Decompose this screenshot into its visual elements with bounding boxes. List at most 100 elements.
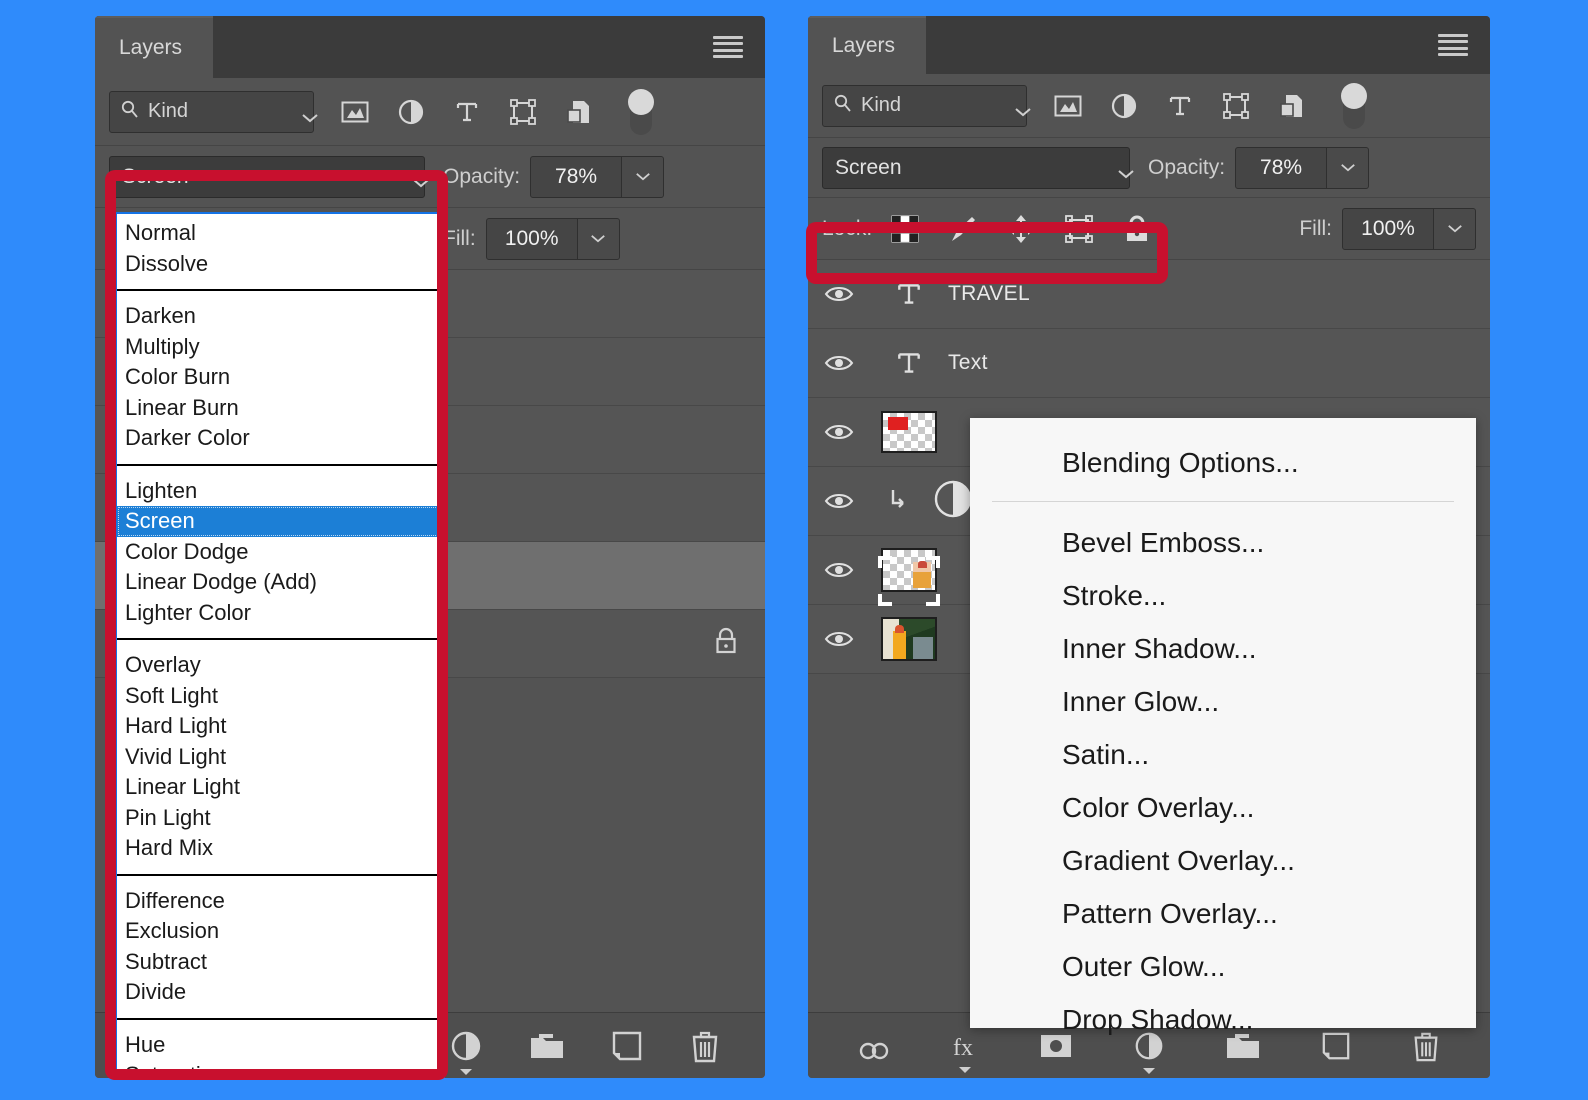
blend-option[interactable]: Linear Burn [117,393,443,424]
layer-style-context-menu[interactable]: Blending Options... Bevel Emboss... Stro… [970,418,1476,1035]
table-row[interactable]: Text [808,329,1490,398]
shape-filter-icon[interactable] [1221,91,1251,121]
panel-tabbar-right: Layers [808,16,1490,74]
menu-item-inner-glow[interactable]: Inner Glow... [970,675,1476,728]
link-layers-icon[interactable] [857,1032,891,1060]
blend-option[interactable]: Divide [117,977,443,1008]
menu-item-blending-options[interactable]: Blending Options... [970,436,1476,489]
blend-option[interactable]: Saturation [117,1060,443,1076]
filter-kind-dropdown[interactable]: Kind [109,90,318,133]
opacity-stepper[interactable] [1327,146,1370,189]
blend-option[interactable]: Hard Light [117,711,443,742]
delete-layer-icon[interactable] [689,1029,721,1063]
layer-visibility-toggle[interactable] [808,560,870,580]
blend-option[interactable]: Pin Light [117,803,443,834]
fill-value: 100% [504,226,559,250]
opacity-input[interactable]: 78% [530,155,623,198]
blend-option[interactable]: Color Burn [117,362,443,393]
adjustment-filter-icon[interactable] [396,97,426,127]
blend-option[interactable]: Subtract [117,947,443,978]
type-filter-icon[interactable] [452,97,482,127]
blend-mode-dropdown-list[interactable]: Normal Dissolve Darken Multiply Color Bu… [115,212,445,1078]
layer-thumbnail[interactable] [870,617,948,661]
smart-object-filter-icon[interactable] [1277,91,1307,121]
divider [117,1017,443,1020]
adjustment-filter-icon[interactable] [1109,91,1139,121]
add-adjustment-layer-icon[interactable] [449,1029,483,1075]
filter-enable-toggle[interactable] [628,88,654,135]
blend-option-selected[interactable]: Screen [117,506,443,537]
filter-kind-dropdown[interactable]: Kind [822,84,1031,127]
tab-layers-right[interactable]: Layers [808,16,926,74]
layer-visibility-toggle[interactable] [808,491,870,511]
blend-option[interactable]: Multiply [117,332,443,363]
menu-item-bevel-emboss[interactable]: Bevel Emboss... [970,516,1476,569]
blend-option[interactable]: Difference [117,886,443,917]
menu-item-pattern-overlay[interactable]: Pattern Overlay... [970,887,1476,940]
lock-position-icon[interactable] [1006,214,1036,244]
layer-name: Text [948,351,988,374]
lock-artboard-nesting-icon[interactable] [1064,214,1094,244]
layer-visibility-toggle[interactable] [808,422,870,442]
tab-layers-left[interactable]: Layers [95,16,213,78]
lock-all-icon[interactable] [1122,214,1152,244]
fill-label: Fill: [1299,216,1332,240]
blend-mode-value: Screen [835,155,902,179]
fill-input[interactable]: 100% [485,217,578,260]
fill-value: 100% [1361,216,1415,240]
blend-option[interactable]: Overlay [117,650,443,681]
blend-option[interactable]: Dissolve [117,249,443,280]
image-filter-icon[interactable] [1053,91,1083,121]
menu-item-satin[interactable]: Satin... [970,728,1476,781]
new-layer-icon[interactable] [611,1030,643,1062]
hamburger-menu-icon[interactable] [713,36,743,58]
blend-option[interactable]: Normal [117,218,443,249]
menu-item-gradient-overlay[interactable]: Gradient Overlay... [970,834,1476,887]
menu-item-stroke[interactable]: Stroke... [970,569,1476,622]
blend-option[interactable]: Hard Mix [117,833,443,864]
blend-mode-select-right[interactable]: Screen [822,146,1134,189]
opacity-stepper[interactable] [622,155,665,198]
fill-input[interactable]: 100% [1342,207,1434,250]
blend-option[interactable]: Color Dodge [117,537,443,568]
blend-option[interactable]: Hue [117,1030,443,1061]
filter-icons-right [1053,82,1367,129]
filter-enable-toggle[interactable] [1341,82,1367,129]
image-filter-icon[interactable] [340,97,370,127]
layer-thumbnail[interactable] [870,548,948,606]
fill-stepper[interactable] [577,217,620,260]
filter-kind-label: Kind [148,100,189,122]
divider [117,463,443,466]
adjustment-layer-thumbnail[interactable] [932,478,974,525]
blend-option[interactable]: Lighter Color [117,598,443,629]
layer-visibility-toggle[interactable] [808,629,870,649]
bd-group-normal: Normal Dissolve [117,214,443,283]
hamburger-menu-icon[interactable] [1438,34,1468,56]
blend-mode-select-left[interactable]: Screen [109,155,429,198]
menu-item-color-overlay[interactable]: Color Overlay... [970,781,1476,834]
blend-option[interactable]: Vivid Light [117,742,443,773]
smart-object-filter-icon[interactable] [564,97,594,127]
blend-option[interactable]: Exclusion [117,916,443,947]
fill-stepper[interactable] [1434,207,1476,250]
menu-item-inner-shadow[interactable]: Inner Shadow... [970,622,1476,675]
new-group-icon[interactable] [529,1031,565,1061]
blend-option[interactable]: Darker Color [117,423,443,454]
lock-transparent-pixels-icon[interactable] [890,214,920,244]
shape-filter-icon[interactable] [508,97,538,127]
layer-visibility-toggle[interactable] [808,284,870,304]
blend-option[interactable]: Darken [117,301,443,332]
table-row[interactable]: TRAVEL [808,260,1490,329]
opacity-input[interactable]: 78% [1235,146,1328,189]
blend-option[interactable]: Linear Dodge (Add) [117,567,443,598]
layer-visibility-toggle[interactable] [808,353,870,373]
menu-item-drop-shadow[interactable]: Drop Shadow... [970,993,1476,1046]
layer-thumbnail[interactable] [870,411,948,453]
lock-image-pixels-icon[interactable] [948,214,978,244]
layer-type-icon [870,279,948,309]
blend-option[interactable]: Lighten [117,476,443,507]
type-filter-icon[interactable] [1165,91,1195,121]
menu-item-outer-glow[interactable]: Outer Glow... [970,940,1476,993]
blend-option[interactable]: Linear Light [117,772,443,803]
blend-option[interactable]: Soft Light [117,681,443,712]
